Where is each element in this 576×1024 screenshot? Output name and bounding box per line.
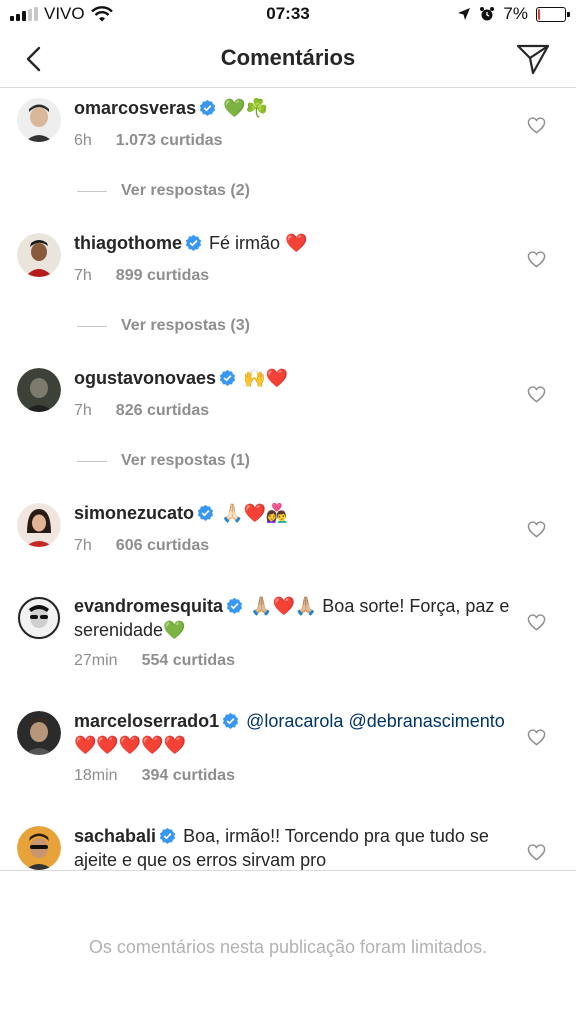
verified-badge-icon [199,99,216,116]
status-right: 7% [457,4,570,24]
comment-body: ogustavonovaes 🙌❤️ [74,366,516,390]
comment-username[interactable]: ogustavonovaes [74,368,216,388]
battery-icon [536,6,570,22]
header: Comentários [0,30,576,88]
comment-time: 18min [74,767,118,784]
paper-plane-icon[interactable] [514,40,552,78]
verified-badge-icon [197,504,214,521]
comment-username[interactable]: sachabali [74,826,156,846]
heart-icon[interactable] [527,116,546,135]
comment-meta: 7h 899 curtidas [74,267,209,285]
comment-time: 27min [74,652,118,669]
comment-time: 7h [74,402,92,419]
comment-body: sachabali Boa, irmão!! Torcendo pra que … [74,824,516,870]
avatar[interactable] [17,98,61,142]
comment-text: 💚☘️ [223,98,268,118]
replies-divider [77,460,107,462]
comment-username[interactable]: simonezucato [74,503,194,523]
verified-badge-icon [159,827,176,844]
comment-likes[interactable]: 394 curtidas [142,767,235,785]
comment-meta: 27min 554 curtidas [74,652,235,670]
view-replies-label[interactable]: Ver respostas (3) [121,317,250,335]
comment-time: 7h [74,537,92,554]
comment-body: omarcosveras 💚☘️ [74,96,516,120]
battery-percent: 7% [503,4,528,23]
comment-text: Fé irmão ❤️ [209,233,308,253]
replies-divider [77,325,107,327]
comment-username[interactable]: evandromesquita [74,596,223,616]
comment-meta: 7h 826 curtidas [74,402,209,420]
view-replies-label[interactable]: Ver respostas (2) [121,182,250,200]
comment-body: marceloserrado1 @loracarola @debranascim… [74,709,516,757]
verified-badge-icon [219,369,236,386]
comment-text: 🙌❤️ [243,368,288,388]
comment-time: 7h [74,267,92,284]
avatar[interactable] [17,711,61,755]
comment-body: evandromesquita 🙏🏼❤️🙏🏼 Boa sorte! Força,… [74,594,516,642]
heart-icon[interactable] [527,613,546,632]
heart-icon[interactable] [527,250,546,269]
limited-message: Os comentários nesta publicação foram li… [88,937,488,957]
view-replies-button[interactable]: Ver respostas (3) [77,317,250,335]
mention-link[interactable]: @loracarola [246,711,343,731]
status-bar: VIVO 07:33 7% [0,0,576,30]
comment-likes[interactable]: 554 curtidas [142,652,235,670]
comment-text: ❤️❤️❤️❤️❤️ [74,735,187,755]
heart-icon[interactable] [527,520,546,539]
page-title: Comentários [220,45,356,70]
heart-icon[interactable] [527,385,546,404]
comment-time: 6h [74,132,92,149]
comment-likes[interactable]: 606 curtidas [116,537,209,555]
comment-likes[interactable]: 899 curtidas [116,267,209,285]
comment-body: simonezucato 🙏🏻❤️👩‍❤️‍👨 [74,501,516,525]
location-arrow-icon [458,8,471,20]
avatar[interactable] [17,368,61,412]
avatar[interactable] [17,233,61,277]
verified-badge-icon [222,712,239,729]
avatar[interactable] [17,826,61,870]
comment-body: thiagothome Fé irmão ❤️ [74,231,516,255]
comment-likes[interactable]: 826 curtidas [116,402,209,420]
comments-limited-notice: Os comentários nesta publicação foram li… [0,870,576,1024]
comment-text: 🙏🏻❤️👩‍❤️‍👨 [221,503,289,523]
verified-badge-icon [185,234,202,251]
heart-icon[interactable] [527,843,546,862]
comment-meta: 18min 394 curtidas [74,767,235,785]
comment-meta: 6h 1.073 curtidas [74,132,223,150]
mention-link[interactable]: @debranascimento [348,711,504,731]
avatar[interactable] [17,503,61,547]
replies-divider [77,190,107,192]
avatar[interactable] [17,596,61,640]
comments-list[interactable]: omarcosveras 💚☘️ 6h 1.073 curtidas Ver r… [0,88,576,870]
comment-likes[interactable]: 1.073 curtidas [116,132,223,150]
alarm-icon [480,7,495,21]
comment-username[interactable]: thiagothome [74,233,182,253]
comment-username[interactable]: marceloserrado1 [74,711,219,731]
comment-username[interactable]: omarcosveras [74,98,196,118]
verified-badge-icon [226,597,243,614]
heart-icon[interactable] [527,728,546,747]
comment-meta: 7h 606 curtidas [74,537,209,555]
view-replies-button[interactable]: Ver respostas (2) [77,182,250,200]
view-replies-label[interactable]: Ver respostas (1) [121,452,250,470]
view-replies-button[interactable]: Ver respostas (1) [77,452,250,470]
